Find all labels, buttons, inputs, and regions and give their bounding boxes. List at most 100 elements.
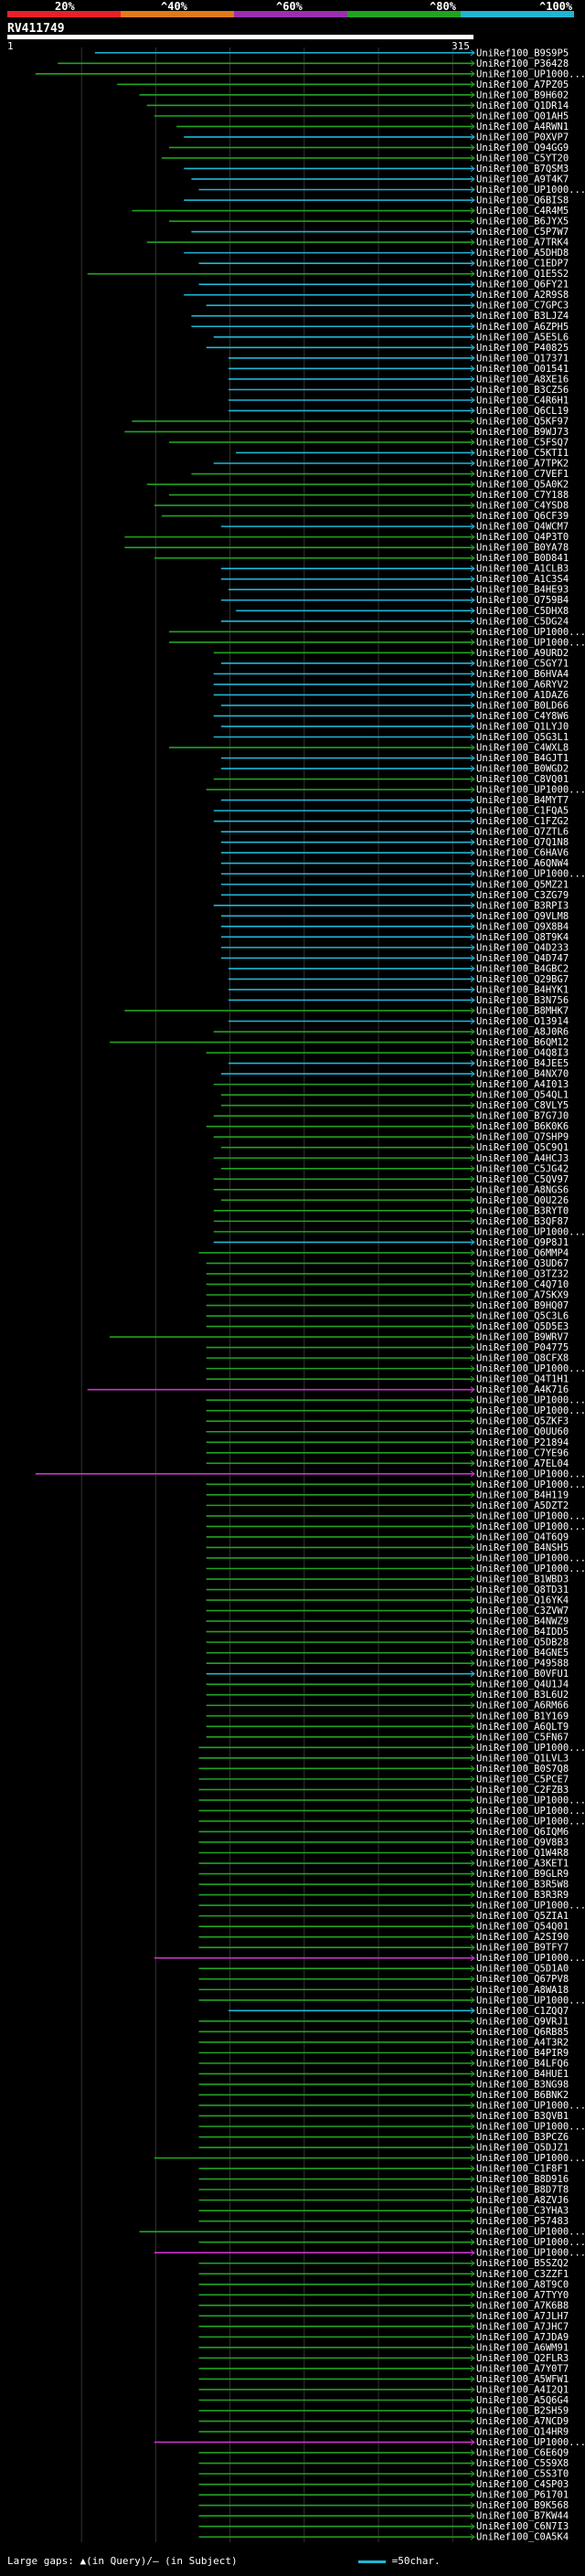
hit-label[interactable]: UniRef100_C8VLY5 [476,1100,569,1111]
hit-label[interactable]: UniRef100_Q4U1J4 [476,1680,569,1691]
hit-label[interactable]: UniRef100_P04775 [476,1342,569,1353]
hit-label[interactable]: UniRef100_Q54Q01 [476,1922,569,1933]
hit-label[interactable]: UniRef100_Q4T6Q9 [476,1532,569,1542]
hit-label[interactable]: UniRef100_B3QVB1 [476,2111,569,2122]
hit-label[interactable]: UniRef100_B4HUE1 [476,2069,569,2080]
hit-label[interactable]: UniRef100_A6QNW4 [476,858,569,869]
hit-label[interactable]: UniRef100_P0XVP7 [476,132,569,143]
hit-label[interactable]: UniRef100_UP1000... [476,2437,585,2448]
hit-label[interactable]: UniRef100_A2R9S8 [476,290,569,301]
hit-label[interactable]: UniRef100_C5FN67 [476,1732,569,1743]
hit-label[interactable]: UniRef100_Q5D1A0 [476,1964,569,1975]
hit-label[interactable]: UniRef100_C6E6Q9 [476,2448,569,2459]
hit-label[interactable]: UniRef100_Q4WCM7 [476,522,569,533]
hit-label[interactable]: UniRef100_Q6MMP4 [476,1247,569,1258]
hit-label[interactable]: UniRef100_Q3UD67 [476,1258,569,1269]
hit-label[interactable]: UniRef100_B0VFU1 [476,1669,569,1680]
hit-label[interactable]: UniRef100_B4H119 [476,1489,569,1500]
hit-label[interactable]: UniRef100_A1CLB3 [476,564,569,575]
hit-label[interactable]: UniRef100_B9GLR9 [476,1869,569,1880]
hit-label[interactable]: UniRef100_B7QSM3 [476,164,569,175]
hit-label[interactable]: UniRef100_C7GPC3 [476,301,569,312]
hit-label[interactable]: UniRef100_A5E5L6 [476,332,569,343]
hit-label[interactable]: UniRef100_UP1000... [476,869,585,880]
hit-label[interactable]: UniRef100_Q1W4R8 [476,1848,569,1859]
hit-label[interactable]: UniRef100_C7Y188 [476,490,569,501]
hit-label[interactable]: UniRef100_Q4D233 [476,942,569,953]
hit-label[interactable]: UniRef100_P40825 [476,343,569,354]
hit-label[interactable]: UniRef100_B4NWZ9 [476,1617,569,1627]
hit-label[interactable]: UniRef100_Q7ZTL6 [476,827,569,838]
hit-label[interactable]: UniRef100_Q5C9Q1 [476,1142,569,1153]
hit-label[interactable]: UniRef100_UP1000... [476,1806,585,1817]
hit-label[interactable]: UniRef100_UP1000... [476,1468,585,1479]
hit-label[interactable]: UniRef100_UP1000... [476,1816,585,1827]
hit-label[interactable]: UniRef100_UP1000... [476,69,585,80]
hit-label[interactable]: UniRef100_A8NGS6 [476,1184,569,1195]
hit-label[interactable]: UniRef100_A4K716 [476,1384,569,1395]
hit-label[interactable]: UniRef100_A9T4K7 [476,174,569,185]
hit-label[interactable]: UniRef100_A6RM66 [476,1701,569,1712]
hit-label[interactable]: UniRef100_C5S9X8 [476,2458,569,2469]
hit-label[interactable]: UniRef100_B0S7Q8 [476,1764,569,1775]
hit-label[interactable]: UniRef100_UP1000... [476,2227,585,2238]
hit-label[interactable]: UniRef100_A7JDA9 [476,2332,569,2343]
hit-label[interactable]: UniRef100_A6ZPH5 [476,322,569,333]
hit-label[interactable]: UniRef100_C5KTI1 [476,448,569,459]
hit-label[interactable]: UniRef100_B9S9P5 [476,48,569,58]
hit-label[interactable]: UniRef100_Q8CFX8 [476,1353,569,1364]
hit-label[interactable]: UniRef100_B9K568 [476,2500,569,2511]
hit-label[interactable]: UniRef100_C1F8F1 [476,2164,569,2175]
hit-label[interactable]: UniRef100_A4RWN1 [476,122,569,133]
hit-label[interactable]: UniRef100_UP1000... [476,1511,585,1521]
hit-label[interactable]: UniRef100_UP1000... [476,627,585,638]
hit-label[interactable]: UniRef100_C4SP03 [476,2479,569,2490]
hit-label[interactable]: UniRef100_Q6BIS8 [476,196,569,207]
hit-label[interactable]: UniRef100_C3YHA3 [476,2206,569,2217]
hit-label[interactable]: UniRef100_A7K6B8 [476,2300,569,2311]
hit-label[interactable]: UniRef100_A4I2Q1 [476,2384,569,2395]
hit-label[interactable]: UniRef100_C5JG42 [476,1163,569,1174]
hit-label[interactable]: UniRef100_C1ZQQ7 [476,2006,569,2017]
hit-label[interactable]: UniRef100_Q8T9K4 [476,932,569,943]
hit-label[interactable]: UniRef100_Q5C3L6 [476,1311,569,1322]
hit-label[interactable]: UniRef100_B4HYK1 [476,984,569,995]
hit-label[interactable]: UniRef100_O13914 [476,1016,569,1027]
hit-label[interactable]: UniRef100_B1WBD3 [476,1574,569,1585]
hit-label[interactable]: UniRef100_B2SH59 [476,2406,569,2417]
hit-label[interactable]: UniRef100_B0D841 [476,553,569,564]
hit-label[interactable]: UniRef100_A8WA18 [476,1985,569,1996]
hit-label[interactable]: UniRef100_B6QM12 [476,1037,569,1048]
hit-label[interactable]: UniRef100_A5Q6G4 [476,2395,569,2406]
hit-label[interactable]: UniRef100_Q6FY21 [476,280,569,291]
hit-label[interactable]: UniRef100_B4GNE5 [476,1648,569,1659]
hit-label[interactable]: UniRef100_C3ZG79 [476,890,569,901]
hit-label[interactable]: UniRef100_Q0U226 [476,1195,569,1206]
hit-label[interactable]: UniRef100_A3KET1 [476,1859,569,1870]
hit-label[interactable]: UniRef100_A7TYY0 [476,2290,569,2301]
hit-label[interactable]: UniRef100_Q6IQM6 [476,1827,569,1838]
hit-label[interactable]: UniRef100_O4Q8I3 [476,1048,569,1059]
hit-label[interactable]: UniRef100_B3LJZ4 [476,311,569,322]
hit-label[interactable]: UniRef100_A9URD2 [476,648,569,659]
hit-label[interactable]: UniRef100_C4WXL8 [476,743,569,754]
hit-label[interactable]: UniRef100_B6BNK2 [476,2090,569,2101]
hit-label[interactable]: UniRef100_B9WJ73 [476,427,569,438]
hit-label[interactable]: UniRef100_A5WFW1 [476,2374,569,2385]
hit-label[interactable]: UniRef100_B4LFQ6 [476,2058,569,2069]
hit-label[interactable]: UniRef100_C7VEF1 [476,469,569,480]
hit-label[interactable]: UniRef100_A5DZT2 [476,1500,569,1511]
hit-label[interactable]: UniRef100_P36428 [476,58,569,69]
hit-label[interactable]: UniRef100_Q6CL19 [476,406,569,417]
hit-label[interactable]: UniRef100_Q5KF97 [476,416,569,427]
hit-label[interactable]: UniRef100_UP1000... [476,1995,585,2006]
hit-label[interactable]: UniRef100_Q17371 [476,353,569,364]
hit-label[interactable]: UniRef100_C4Y8W6 [476,711,569,722]
hit-label[interactable]: UniRef100_A4I013 [476,1079,569,1090]
hit-label[interactable]: UniRef100_B3QF87 [476,1216,569,1227]
hit-label[interactable]: UniRef100_UP1000... [476,1564,585,1574]
hit-label[interactable]: UniRef100_A6QLT9 [476,1722,569,1733]
hit-label[interactable]: UniRef100_B3L6U2 [476,1690,569,1701]
hit-label[interactable]: UniRef100_B3RYT0 [476,1205,569,1216]
hit-label[interactable]: UniRef100_UP1000... [476,1226,585,1237]
